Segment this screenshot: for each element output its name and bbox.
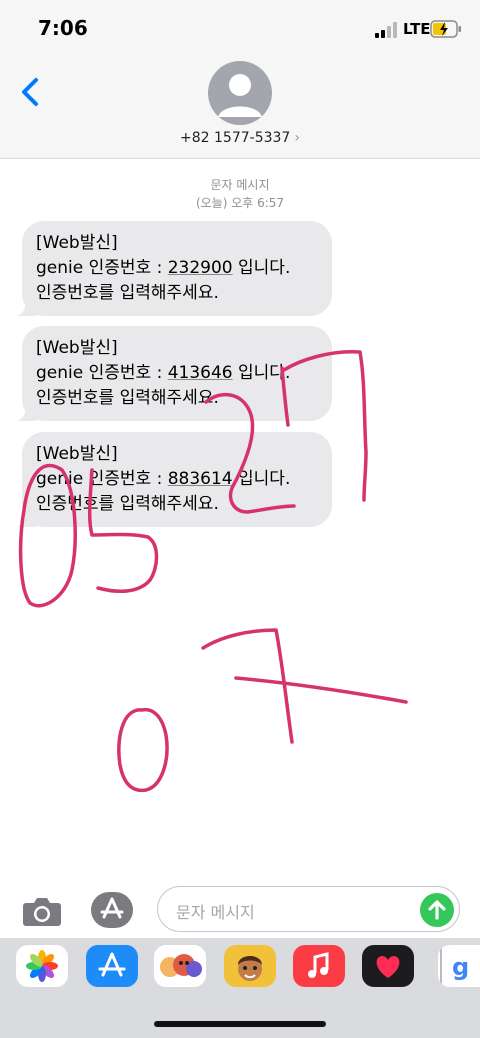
digital-touch-app-icon[interactable] [362,945,414,987]
contact-name[interactable]: +82 1577-5337 › [0,130,480,146]
message-code-line: genie 인증번호 : 232900 입니다. [36,256,318,281]
status-bar: 7:06 LTE [0,0,480,60]
thread-label: 문자 메시지 [210,178,270,192]
app-store-glyph [100,897,124,919]
message-bubble[interactable]: [Web발신] genie 인증번호 : 232900 입니다. 인증번호를 입… [16,221,332,316]
send-arrow-icon [428,900,446,920]
music-note-icon [308,952,329,978]
contact-number: +82 1577-5337 [180,130,291,146]
clock: 7:06 [38,16,88,40]
verification-code[interactable]: 883614 [168,469,233,489]
scribble-stroke [117,707,169,793]
message-instruction: 인증번호를 입력해주세요. [36,388,219,408]
heart-icon [376,956,400,978]
memoji-icon [238,956,262,981]
chevron-right-icon: › [294,130,300,146]
message-sender-tag: [Web발신] [36,233,118,253]
message-instruction: 인증번호를 입력해주세요. [36,283,219,303]
message-text: genie 인증번호 : [36,363,168,383]
gif-search-icon: g [440,945,469,987]
network-type: LTE [403,20,431,38]
bubble-tail [16,509,36,527]
message-sender-tag: [Web발신] [36,338,118,358]
verification-code[interactable]: 413646 [168,363,233,383]
message-bubble[interactable]: [Web발신] genie 인증번호 : 413646 입니다. 인증번호를 입… [16,326,332,421]
app-store-app-icon[interactable] [86,945,138,987]
message-input[interactable]: 문자 메시지 [157,886,460,932]
contact-avatar[interactable] [208,61,272,125]
message-bubble[interactable]: [Web발신] genie 인증번호 : 883614 입니다. 인증번호를 입… [16,432,332,527]
person-icon [218,74,262,117]
chevron-left-icon[interactable] [16,76,44,108]
message-instruction: 인증번호를 입력해주세요. [36,494,219,514]
message-input-placeholder: 문자 메시지 [176,903,255,922]
message-text: 입니다. [232,469,291,489]
thread-timestamp: (오늘) 오후 6:57 [195,196,285,210]
photos-app-icon[interactable] [16,945,68,987]
gif-search-app-icon[interactable]: g [438,945,480,987]
message-text: genie 인증번호 : [36,469,168,489]
message-text: genie 인증번호 : [36,258,168,278]
send-button[interactable] [420,893,454,927]
message-sender-tag: [Web발신] [36,444,118,464]
bubble-tail [16,298,36,316]
message-code-line: genie 인증번호 : 883614 입니다. [36,467,318,492]
memoji-stickers-icon [160,954,202,977]
cellular-signal-icon [375,22,397,38]
photos-icon [26,950,58,982]
bubble-tail [16,403,36,421]
message-text: 입니다. [232,258,291,278]
battery-charging-icon [430,20,461,38]
scribble-stroke [201,628,294,744]
music-app-icon[interactable] [293,945,345,987]
svg-text:g: g [452,953,469,981]
scribble-stroke [234,676,408,704]
message-text: 입니다. [232,363,291,383]
message-code-line: genie 인증번호 : 413646 입니다. [36,361,318,386]
home-indicator[interactable] [154,1021,326,1027]
app-store-icon[interactable] [91,892,133,928]
app-store-icon [98,952,126,977]
memoji-app-icon[interactable] [224,945,276,987]
memoji-stickers-app-icon[interactable] [154,945,206,987]
camera-icon[interactable] [22,895,62,927]
verification-code[interactable]: 232900 [168,258,233,278]
